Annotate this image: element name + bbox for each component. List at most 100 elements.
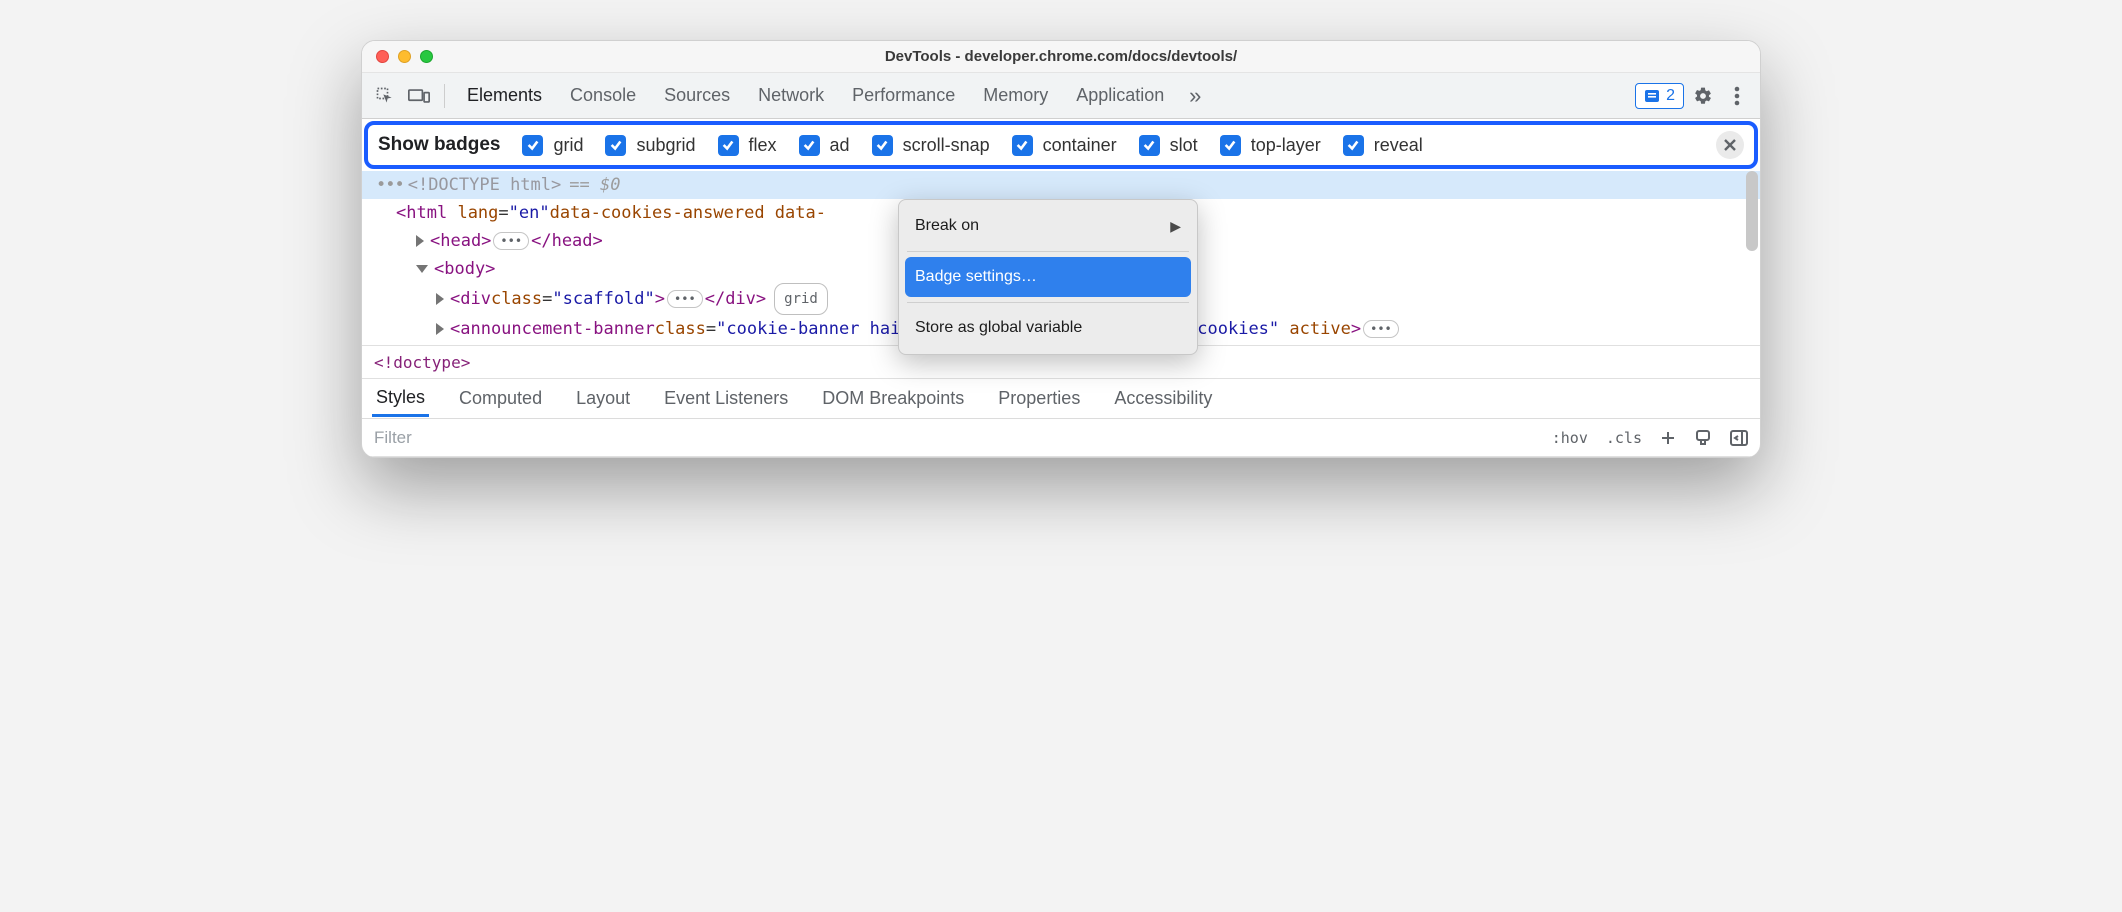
checkbox-icon: [1220, 135, 1241, 156]
overflow-dots-icon: •••: [376, 171, 404, 199]
main-toolbar: Elements Console Sources Network Perform…: [362, 73, 1760, 119]
checkbox-icon: [872, 135, 893, 156]
styles-tab-styles[interactable]: Styles: [372, 381, 429, 417]
badge-label: ad: [830, 135, 850, 156]
close-badges-bar-button[interactable]: [1716, 131, 1744, 159]
badge-toggle-top-layer[interactable]: top-layer: [1220, 135, 1321, 156]
device-toggle-icon[interactable]: [404, 81, 434, 111]
checkbox-icon: [1343, 135, 1364, 156]
badge-toggle-subgrid[interactable]: subgrid: [605, 135, 695, 156]
close-window-button[interactable]: [376, 50, 389, 63]
tab-elements[interactable]: Elements: [455, 73, 554, 118]
show-badges-bar: Show badges grid subgrid flex ad scroll-…: [364, 121, 1758, 169]
expand-caret-icon[interactable]: [416, 235, 424, 247]
tab-label: Elements: [467, 85, 542, 106]
badge-toggle-grid[interactable]: grid: [522, 135, 583, 156]
dom-tree[interactable]: ••• <!DOCTYPE html> == $0 <html lang="en…: [362, 171, 1760, 345]
tab-label: Application: [1076, 85, 1164, 106]
styles-tab-accessibility[interactable]: Accessibility: [1110, 382, 1216, 415]
issues-chip[interactable]: 2: [1635, 83, 1684, 109]
badge-toggle-flex[interactable]: flex: [718, 135, 777, 156]
collapse-caret-icon[interactable]: [416, 265, 428, 273]
settings-gear-icon[interactable]: [1688, 81, 1718, 111]
tab-performance[interactable]: Performance: [840, 73, 967, 118]
checkbox-icon: [1012, 135, 1033, 156]
show-badges-label: Show badges: [378, 134, 500, 156]
issues-icon: [1644, 88, 1660, 104]
panel-icon: [1730, 430, 1748, 446]
more-tabs-chevron-icon[interactable]: »: [1180, 81, 1210, 111]
close-icon: [1723, 138, 1737, 152]
plus-icon: [1660, 430, 1676, 446]
new-style-rule-button[interactable]: [1654, 424, 1682, 452]
minimize-window-button[interactable]: [398, 50, 411, 63]
tab-console[interactable]: Console: [558, 73, 648, 118]
hov-button[interactable]: :hov: [1546, 424, 1594, 452]
badge-label: top-layer: [1251, 135, 1321, 156]
styles-panel-tabs: Styles Computed Layout Event Listeners D…: [362, 379, 1760, 419]
ellipsis-icon[interactable]: •••: [1363, 320, 1399, 338]
styles-filter-input[interactable]: [368, 419, 1540, 456]
expand-caret-icon[interactable]: [436, 293, 444, 305]
styles-filter-row: :hov .cls: [362, 419, 1760, 457]
window-title: DevTools - developer.chrome.com/docs/dev…: [362, 48, 1760, 65]
badge-toggle-slot[interactable]: slot: [1139, 135, 1198, 156]
styles-tab-properties[interactable]: Properties: [994, 382, 1084, 415]
tab-sources[interactable]: Sources: [652, 73, 742, 118]
separator: [444, 84, 445, 108]
inspect-element-icon[interactable]: [370, 81, 400, 111]
brush-icon: [1694, 429, 1712, 447]
scrollbar[interactable]: [1746, 171, 1758, 251]
styles-tab-dom-breakpoints[interactable]: DOM Breakpoints: [818, 382, 968, 415]
tab-label: Network: [758, 85, 824, 106]
context-menu-item-badge-settings[interactable]: Badge settings…: [905, 257, 1191, 297]
checkbox-icon: [522, 135, 543, 156]
zoom-window-button[interactable]: [420, 50, 433, 63]
menu-separator: [907, 302, 1189, 303]
breadcrumb-item: <!doctype>: [374, 353, 470, 372]
issues-count: 2: [1666, 87, 1675, 105]
checkbox-icon: [605, 135, 626, 156]
toggle-sidebar-icon[interactable]: [1724, 424, 1754, 452]
styles-tab-layout[interactable]: Layout: [572, 382, 634, 415]
badge-toggle-ad[interactable]: ad: [799, 135, 850, 156]
kebab-menu-icon[interactable]: [1722, 81, 1752, 111]
badge-label: reveal: [1374, 135, 1423, 156]
badge-toggle-scroll-snap[interactable]: scroll-snap: [872, 135, 990, 156]
checkbox-icon: [1139, 135, 1160, 156]
window-controls: [376, 50, 433, 63]
menu-item-label: Store as global variable: [915, 314, 1082, 342]
tab-label: Performance: [852, 85, 955, 106]
dom-node-doctype[interactable]: ••• <!DOCTYPE html> == $0: [362, 171, 1760, 199]
expand-caret-icon[interactable]: [436, 323, 444, 335]
badge-label: subgrid: [636, 135, 695, 156]
ellipsis-icon[interactable]: •••: [667, 290, 703, 308]
submenu-arrow-icon: ▶: [1170, 212, 1181, 240]
tab-label: Memory: [983, 85, 1048, 106]
menu-separator: [907, 251, 1189, 252]
badge-label: slot: [1170, 135, 1198, 156]
titlebar: DevTools - developer.chrome.com/docs/dev…: [362, 41, 1760, 73]
computed-panel-icon[interactable]: [1688, 424, 1718, 452]
tab-application[interactable]: Application: [1064, 73, 1176, 118]
ellipsis-icon[interactable]: •••: [493, 232, 529, 250]
tab-label: Console: [570, 85, 636, 106]
badge-label: scroll-snap: [903, 135, 990, 156]
context-menu: Break on ▶ Badge settings… Store as glob…: [898, 199, 1198, 355]
badge-toggle-reveal[interactable]: reveal: [1343, 135, 1423, 156]
grid-badge[interactable]: grid: [774, 283, 828, 315]
tab-memory[interactable]: Memory: [971, 73, 1060, 118]
badge-label: flex: [749, 135, 777, 156]
menu-item-label: Badge settings…: [915, 263, 1037, 291]
badge-label: container: [1043, 135, 1117, 156]
checkbox-icon: [799, 135, 820, 156]
badge-label: grid: [553, 135, 583, 156]
styles-tab-computed[interactable]: Computed: [455, 382, 546, 415]
context-menu-item-store-global[interactable]: Store as global variable: [899, 308, 1197, 348]
tab-network[interactable]: Network: [746, 73, 836, 118]
cls-button[interactable]: .cls: [1600, 424, 1648, 452]
styles-tab-event-listeners[interactable]: Event Listeners: [660, 382, 792, 415]
badge-toggle-container[interactable]: container: [1012, 135, 1117, 156]
devtools-window: DevTools - developer.chrome.com/docs/dev…: [361, 40, 1761, 458]
context-menu-item-break-on[interactable]: Break on ▶: [899, 206, 1197, 246]
